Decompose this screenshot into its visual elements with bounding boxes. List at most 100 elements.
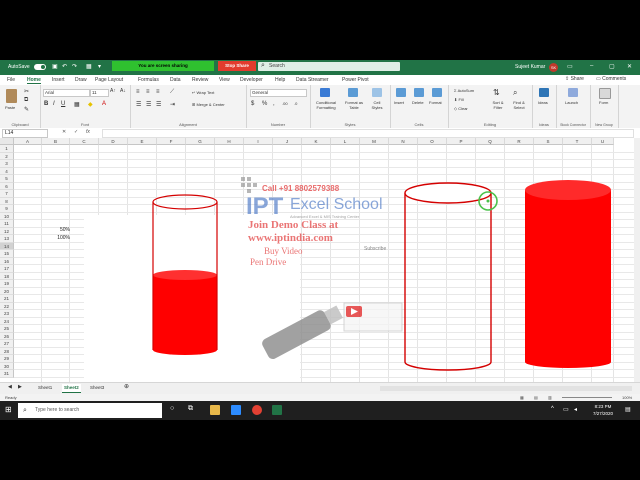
row-header-27[interactable]: 27 xyxy=(0,340,14,348)
sort-filter-icon[interactable]: ⇅ xyxy=(493,88,500,97)
sheet-tab-3[interactable]: Sheet3 xyxy=(90,384,104,392)
cell-b4[interactable]: 50% xyxy=(46,227,70,233)
form-button[interactable]: Form xyxy=(599,100,608,105)
italic-icon[interactable]: I xyxy=(53,101,55,107)
volume-icon[interactable]: ◂ xyxy=(574,406,577,413)
save-icon[interactable]: ▣ xyxy=(52,63,58,70)
row-header-21[interactable]: 21 xyxy=(0,295,14,303)
format-painter-icon[interactable]: ✎ xyxy=(24,106,29,113)
autosave-toggle[interactable] xyxy=(34,64,46,70)
tab-formulas[interactable]: Formulas xyxy=(138,77,159,83)
column-header-m[interactable]: M xyxy=(360,138,389,145)
row-header-19[interactable]: 19 xyxy=(0,280,14,288)
file-explorer-icon[interactable] xyxy=(210,405,220,415)
row-header-22[interactable]: 22 xyxy=(0,302,14,310)
notifications-icon[interactable]: ▤ xyxy=(625,406,631,413)
column-header-p[interactable]: P xyxy=(447,138,476,145)
row-header-23[interactable]: 23 xyxy=(0,310,14,318)
network-icon[interactable]: ▭ xyxy=(563,406,569,413)
copy-icon[interactable]: ⧉ xyxy=(24,97,28,104)
row-header-17[interactable]: 17 xyxy=(0,265,14,273)
insert-cells-icon[interactable] xyxy=(396,88,406,97)
row-header-20[interactable]: 20 xyxy=(0,287,14,295)
delete-cells-button[interactable]: Delete xyxy=(412,100,424,105)
avatar[interactable]: SK xyxy=(549,63,558,72)
tab-home[interactable]: Home xyxy=(27,77,41,84)
tab-developer[interactable]: Developer xyxy=(240,77,263,83)
column-header-e[interactable]: E xyxy=(128,138,157,145)
column-header-s[interactable]: S xyxy=(534,138,563,145)
redo-icon[interactable]: ↷ xyxy=(72,63,77,70)
tray-expand-icon[interactable]: ^ xyxy=(551,406,554,412)
align-right-icon[interactable]: ☰ xyxy=(156,101,161,108)
find-select-button[interactable]: Find & Select xyxy=(510,100,528,110)
worksheet-grid[interactable]: ABCDEFGHIJKLMNOPQRSTU 1 2 3 4 5 6 7 8 9 10 11 12 13 1… xyxy=(0,138,634,382)
increase-decimal-icon[interactable]: .00 xyxy=(282,101,288,106)
normal-view-icon[interactable]: ▦ xyxy=(520,394,524,401)
row-header-5[interactable]: 5 xyxy=(0,175,14,183)
tab-file[interactable]: File xyxy=(7,77,15,83)
add-sheet-icon[interactable]: ⊕ xyxy=(124,383,129,390)
cell-b5[interactable]: 100% xyxy=(46,235,70,241)
row-header-31[interactable]: 31 xyxy=(0,370,14,378)
search-box[interactable]: ⌕ Search xyxy=(258,62,400,71)
row-header-7[interactable]: 7 xyxy=(0,190,14,198)
formula-input[interactable] xyxy=(102,129,634,138)
delete-cells-icon[interactable] xyxy=(414,88,424,97)
find-select-icon[interactable]: ⌕ xyxy=(513,88,517,98)
row-header-25[interactable]: 25 xyxy=(0,325,14,333)
tab-review[interactable]: Review xyxy=(192,77,208,83)
format-cells-button[interactable]: Format xyxy=(429,100,442,105)
task-view-icon[interactable]: ⧉ xyxy=(188,405,193,413)
align-left-icon[interactable]: ☰ xyxy=(136,101,141,108)
column-header-l[interactable]: L xyxy=(331,138,360,145)
undo-icon[interactable]: ↶ xyxy=(62,63,67,70)
column-header-f[interactable]: F xyxy=(157,138,186,145)
cancel-icon[interactable]: ✕ xyxy=(62,129,66,135)
column-header-c[interactable]: C xyxy=(70,138,99,145)
conditional-formatting-icon[interactable] xyxy=(320,88,330,97)
align-center-icon[interactable]: ☰ xyxy=(146,101,151,108)
fill-color-icon[interactable]: ◆ xyxy=(88,101,93,108)
row-header-18[interactable]: 18 xyxy=(0,272,14,280)
insert-cells-button[interactable]: Insert xyxy=(394,100,404,105)
align-middle-icon[interactable]: ≡ xyxy=(146,89,150,95)
row-header-12[interactable]: 12 xyxy=(0,227,14,235)
sheet-tab-1[interactable]: Sheet1 xyxy=(38,384,52,392)
format-as-table-icon[interactable] xyxy=(348,88,358,97)
increase-font-icon[interactable]: A↑ xyxy=(110,88,116,94)
insert-function-button[interactable]: fx xyxy=(86,129,90,135)
cell-styles-icon[interactable] xyxy=(372,88,382,97)
row-header-28[interactable]: 28 xyxy=(0,347,14,355)
font-color-icon[interactable]: A xyxy=(102,101,106,107)
decrease-font-icon[interactable]: A↓ xyxy=(120,88,126,94)
stop-share-button[interactable]: Stop Share xyxy=(218,61,256,71)
indent-icon[interactable]: ⇥ xyxy=(170,101,175,108)
column-header-a[interactable]: A xyxy=(14,138,42,145)
taskbar-search[interactable]: ⌕ Type here to search xyxy=(18,403,162,418)
column-header-n[interactable]: N xyxy=(389,138,418,145)
column-header-q[interactable]: Q xyxy=(476,138,505,145)
row-header-15[interactable]: 15 xyxy=(0,250,14,258)
align-top-icon[interactable]: ≡ xyxy=(136,89,140,95)
row-header-16[interactable]: 16 xyxy=(0,257,14,265)
enter-icon[interactable]: ✓ xyxy=(74,129,78,135)
column-header-d[interactable]: D xyxy=(99,138,128,145)
ideas-icon[interactable] xyxy=(539,88,549,97)
column-header-o[interactable]: O xyxy=(418,138,447,145)
sheet-tab-2[interactable]: Sheet2 xyxy=(62,384,81,393)
borders-icon[interactable]: ▦ xyxy=(74,101,80,108)
row-header-29[interactable]: 29 xyxy=(0,355,14,363)
row-header-4[interactable]: 4 xyxy=(0,167,14,175)
bold-icon[interactable]: B xyxy=(44,101,48,107)
row-header-8[interactable]: 8 xyxy=(0,197,14,205)
windows-start-icon[interactable]: ⊞ xyxy=(5,405,12,414)
autosum-button[interactable]: Σ AutoSum xyxy=(454,88,474,93)
excel-taskbar-icon[interactable] xyxy=(272,405,282,415)
row-header-26[interactable]: 26 xyxy=(0,332,14,340)
cell-styles-button[interactable]: Cell Styles xyxy=(368,100,386,110)
cut-icon[interactable]: ✂ xyxy=(24,88,29,95)
paste-icon[interactable] xyxy=(6,89,17,103)
comma-icon[interactable]: , xyxy=(273,101,275,107)
column-header-g[interactable]: G xyxy=(186,138,215,145)
